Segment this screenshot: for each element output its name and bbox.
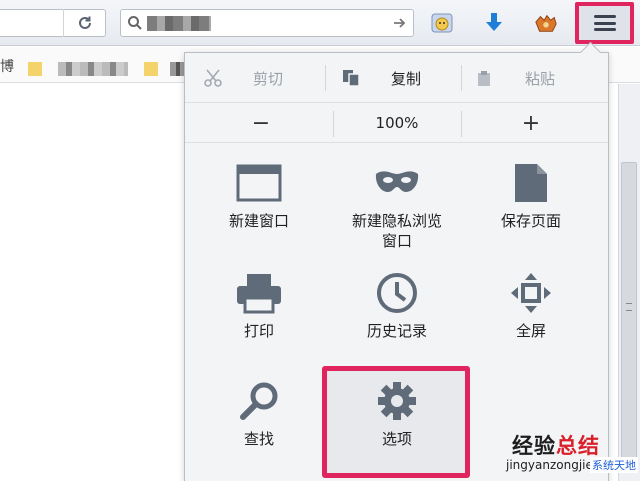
scissors-icon — [204, 69, 222, 87]
new-private-window-label: 新建隐私浏览 窗口 — [351, 212, 442, 250]
zoom-controls: − 100% + — [185, 103, 608, 143]
fullscreen-button[interactable]: 全屏 — [461, 271, 601, 341]
addon-paw-icon[interactable] — [534, 11, 558, 35]
download-arrow-icon[interactable] — [482, 11, 506, 35]
bookmark-folder-icon[interactable] — [28, 62, 42, 76]
cut-button[interactable]: 剪切 — [203, 53, 283, 103]
redacted-bookmark[interactable] — [58, 62, 128, 76]
bookmark-item[interactable]: 博 — [0, 56, 14, 76]
watermark-badge: 系统天地 — [590, 457, 638, 473]
redacted-search-text — [147, 16, 211, 31]
new-private-window-button[interactable]: 新建隐私浏览 窗口 — [327, 161, 467, 251]
save-page-label: 保存页面 — [500, 212, 561, 230]
gear-icon — [378, 382, 416, 420]
watermark-title: 经验总结 — [512, 430, 600, 460]
find-button[interactable]: 查找 — [189, 379, 329, 449]
options-button[interactable]: 选项 — [327, 379, 467, 449]
private-mask-icon — [375, 171, 419, 192]
magnifier-icon — [240, 382, 278, 420]
history-label: 历史记录 — [366, 322, 427, 340]
print-label: 打印 — [243, 322, 274, 340]
watermark-title-a: 经验 — [512, 434, 556, 458]
reload-button[interactable] — [63, 9, 106, 37]
zoom-reset-button[interactable]: 100% — [337, 103, 457, 143]
save-page-button[interactable]: 保存页面 — [461, 161, 601, 231]
edit-controls: 剪切 复制 粘贴 — [185, 53, 608, 103]
browser-toolbar — [0, 0, 640, 46]
clipboard-icon — [478, 71, 490, 86]
open-menu-button[interactable] — [575, 2, 634, 44]
new-window-label: 新建窗口 — [228, 212, 289, 230]
new-window-icon — [236, 164, 282, 202]
new-window-button[interactable]: 新建窗口 — [189, 161, 329, 231]
fullscreen-label: 全屏 — [515, 322, 546, 340]
cut-label: 剪切 — [253, 69, 284, 88]
printer-icon — [237, 274, 281, 314]
redacted-bookmark[interactable] — [170, 62, 184, 76]
hamburger-menu-icon — [593, 15, 616, 31]
watermark: 经验总结 jingyanzongjie.com 系统天地 — [506, 430, 640, 480]
paste-button[interactable]: 粘贴 — [475, 53, 555, 103]
save-page-icon — [515, 164, 547, 202]
fullscreen-icon — [511, 273, 551, 313]
watermark-title-b: 总结 — [556, 434, 600, 458]
scrollbar-thumb[interactable] — [621, 162, 637, 462]
find-label: 查找 — [243, 430, 274, 448]
search-input[interactable] — [120, 9, 414, 37]
copy-button[interactable]: 复制 — [341, 53, 421, 103]
zoom-in-button[interactable]: + — [495, 103, 567, 143]
clock-icon — [377, 273, 417, 313]
bookmark-folder-icon[interactable] — [144, 62, 158, 76]
reload-icon — [79, 16, 91, 29]
page-scrollbar[interactable] — [618, 84, 640, 481]
history-button[interactable]: 历史记录 — [327, 271, 467, 341]
app-menu-panel: 剪切 复制 粘贴 − 100% + 新建窗口 新建隐私浏览 窗口 保存页面 打印… — [184, 52, 609, 481]
zoom-out-button[interactable]: − — [225, 103, 297, 143]
go-arrow-icon[interactable] — [393, 16, 407, 30]
options-label: 选项 — [381, 430, 412, 448]
scrollbar-grip — [626, 303, 632, 311]
paste-label: 粘贴 — [525, 69, 556, 88]
copy-label: 复制 — [391, 69, 422, 88]
copy-icon — [343, 70, 360, 87]
addon-icon[interactable] — [430, 11, 454, 35]
search-icon — [128, 16, 142, 30]
print-button[interactable]: 打印 — [189, 271, 329, 341]
